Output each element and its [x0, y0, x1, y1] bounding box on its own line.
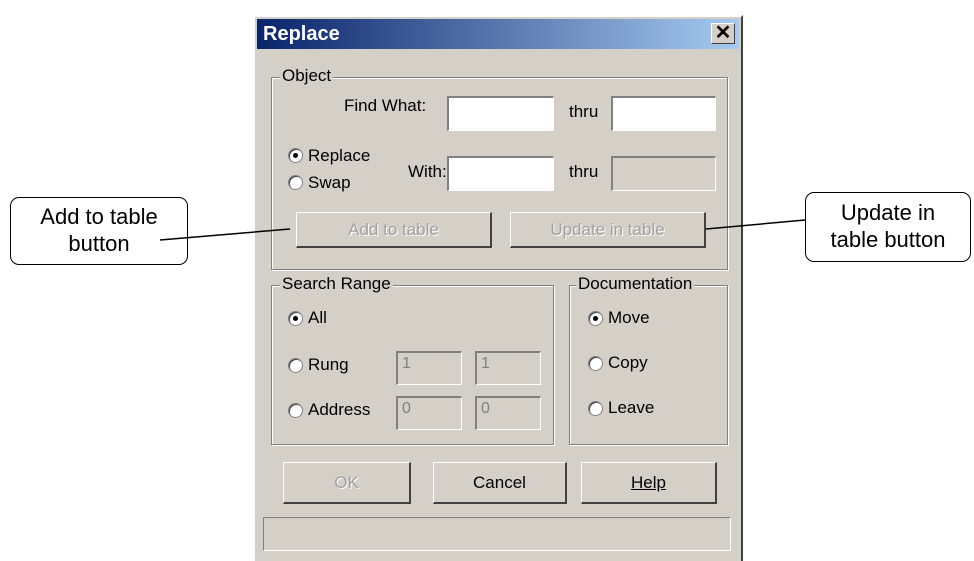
callout-add-line1: Add to table: [40, 204, 158, 229]
range-address-label: Address: [308, 400, 371, 419]
with-label: With:: [408, 162, 447, 181]
callout-add-line2: button: [68, 231, 130, 256]
object-group: Object Find What: thru Replace Swap With…: [271, 66, 728, 270]
close-button[interactable]: ✕: [711, 23, 735, 44]
search-range-legend: Search Range: [280, 274, 393, 294]
replace-dialog: Replace ✕ Object Find What: thru Replace…: [253, 15, 743, 561]
object-legend: Object: [280, 66, 334, 86]
doc-leave-label: Leave: [608, 398, 655, 417]
search-range-group: Search Range All Rung 1 1 Address 0 0: [271, 274, 554, 445]
callout-update-line1: Update in: [840, 200, 936, 225]
range-rung-radio[interactable]: [288, 358, 303, 373]
add-to-table-button[interactable]: Add to table: [296, 212, 492, 248]
help-button[interactable]: Help: [581, 462, 717, 504]
doc-move-radio[interactable]: [588, 311, 603, 326]
range-address-radio[interactable]: [288, 403, 303, 418]
cancel-button[interactable]: Cancel: [433, 462, 567, 504]
find-thru-input[interactable]: [611, 96, 716, 131]
close-icon: ✕: [714, 22, 732, 44]
find-what-label: Find What:: [344, 96, 427, 115]
replace-radio-label: Replace: [308, 146, 371, 165]
dialog-title: Replace: [263, 23, 340, 45]
with-thru-input[interactable]: [611, 156, 716, 191]
doc-copy-radio[interactable]: [588, 356, 603, 371]
range-rung-label: Rung: [308, 355, 349, 374]
doc-copy-label: Copy: [608, 353, 648, 372]
range-all-radio[interactable]: [288, 311, 303, 326]
title-bar[interactable]: Replace ✕: [257, 19, 739, 49]
address-from-input[interactable]: 0: [396, 396, 462, 430]
rung-to-input[interactable]: 1: [475, 351, 541, 385]
documentation-group: Documentation Move Copy Leave: [569, 274, 728, 445]
update-in-table-button[interactable]: Update in table: [510, 212, 706, 248]
doc-leave-radio[interactable]: [588, 401, 603, 416]
documentation-legend: Documentation: [576, 274, 695, 294]
address-to-input[interactable]: 0: [475, 396, 541, 430]
callout-add-to-table: Add to table button: [10, 197, 188, 265]
range-all-label: All: [308, 308, 327, 327]
rung-from-input[interactable]: 1: [396, 351, 462, 385]
callout-update-in-table: Update in table button: [805, 192, 971, 262]
status-bar: [263, 517, 731, 551]
replace-radio[interactable]: [288, 148, 303, 163]
thru-label-1: thru: [569, 102, 599, 121]
ok-button[interactable]: OK: [283, 462, 411, 504]
help-button-label: Help: [631, 473, 666, 492]
thru-label-2: thru: [569, 162, 599, 181]
find-what-input[interactable]: [447, 96, 554, 131]
doc-move-label: Move: [608, 308, 650, 327]
callout-update-line2: table button: [830, 227, 946, 252]
with-input[interactable]: [447, 156, 554, 191]
swap-radio[interactable]: [288, 175, 303, 190]
swap-radio-label: Swap: [308, 173, 351, 192]
